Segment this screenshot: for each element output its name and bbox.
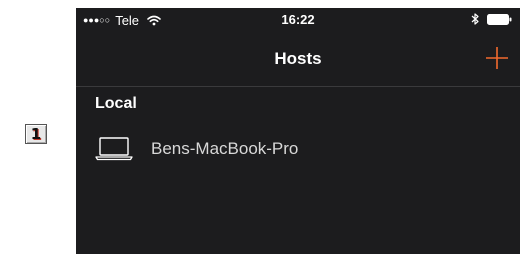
battery-icon xyxy=(487,13,512,25)
status-right xyxy=(471,13,512,25)
step-number-badge: 1 xyxy=(25,124,47,144)
navigation-bar: Hosts xyxy=(76,32,520,87)
status-time: 16:22 xyxy=(281,12,315,27)
add-host-button[interactable] xyxy=(484,45,510,71)
page: 1 ●●●○○ Tele 16:22 Hosts Local Bens-MacB… xyxy=(0,0,520,254)
page-title: Hosts xyxy=(274,49,322,68)
host-list-item[interactable]: Bens-MacBook-Pro xyxy=(76,133,520,165)
status-bar: ●●●○○ Tele 16:22 xyxy=(76,8,520,32)
section-header-local: Local xyxy=(95,95,137,112)
plus-icon xyxy=(486,47,508,69)
laptop-icon xyxy=(95,137,133,161)
host-name-label: Bens-MacBook-Pro xyxy=(151,139,299,158)
phone-screen: ●●●○○ Tele 16:22 Hosts Local Bens-MacBoo… xyxy=(76,8,520,254)
bluetooth-icon xyxy=(471,13,479,25)
